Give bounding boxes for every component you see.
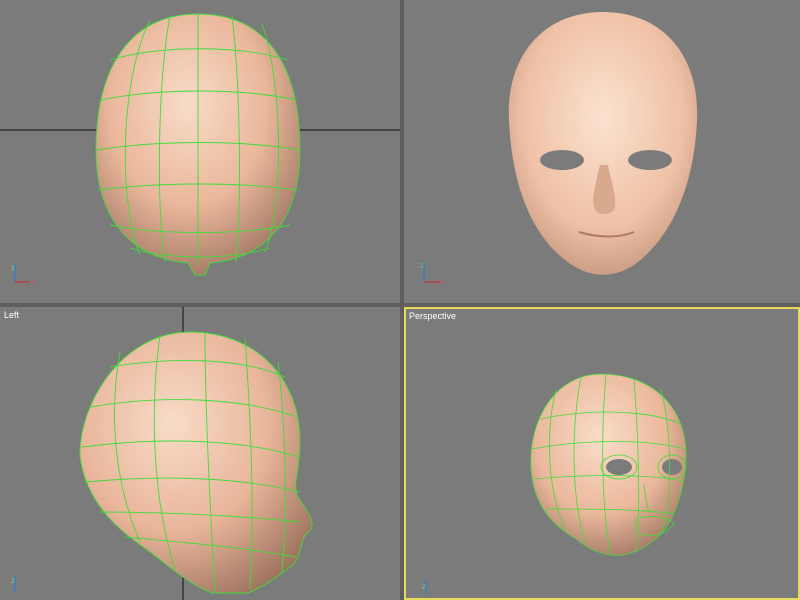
right-eye-hole	[628, 150, 672, 170]
viewport-front-shaded[interactable]: z x	[404, 0, 800, 303]
viewport-left[interactable]: Left z	[0, 307, 400, 600]
perspective-head-render: z	[422, 373, 687, 594]
axis-label-x: x	[31, 277, 35, 286]
viewport-perspective[interactable]: Perspective z	[404, 307, 800, 600]
left-eye-hole	[606, 459, 632, 475]
axis-label-x: x	[440, 277, 444, 286]
axis-label-z: z	[11, 576, 15, 585]
face-shaded-render: z x	[420, 12, 698, 286]
right-eye-hole	[662, 459, 682, 475]
axis-tripod	[14, 264, 30, 283]
left-eye-hole	[540, 150, 584, 170]
axis-label-z: z	[420, 261, 424, 270]
face-front	[508, 12, 698, 275]
front-head-render: z x	[0, 13, 400, 286]
viewport-front[interactable]: z x	[0, 0, 400, 303]
axis-label-z: z	[422, 582, 426, 591]
axis-label-z: z	[11, 263, 15, 272]
axis-tripod	[423, 262, 440, 283]
left-head-render: z	[11, 307, 313, 600]
